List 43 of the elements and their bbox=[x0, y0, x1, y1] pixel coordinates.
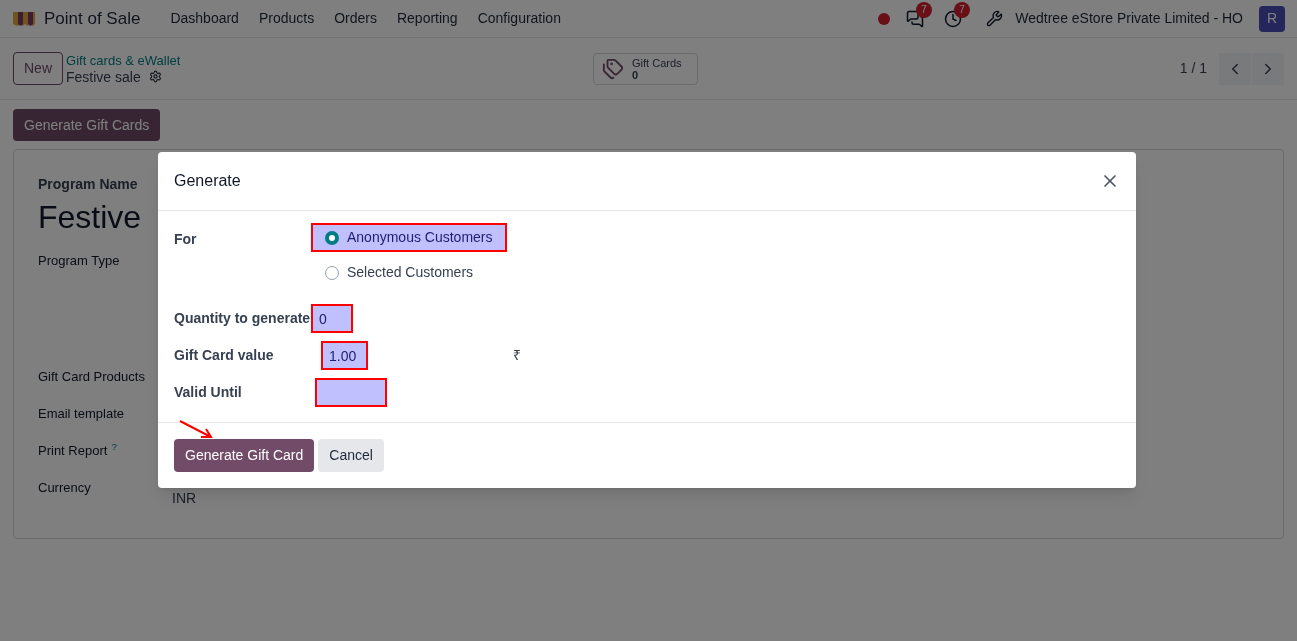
user-avatar[interactable]: R bbox=[1259, 5, 1285, 32]
help-tooltip[interactable]: ? bbox=[111, 441, 117, 453]
menu-item[interactable]: Reporting bbox=[386, 8, 468, 29]
notification-badge: 7 bbox=[916, 1, 932, 18]
notification-badge: 7 bbox=[954, 1, 970, 18]
radio-button[interactable] bbox=[325, 265, 339, 280]
input-field[interactable]: 1.00 bbox=[321, 341, 368, 370]
dialog-title: Generate bbox=[174, 171, 241, 191]
generate-gift-card-button[interactable]: Generate Gift Card bbox=[174, 439, 315, 472]
pager-value: 1 / 1 bbox=[1179, 59, 1207, 78]
radio-button[interactable] bbox=[325, 230, 339, 245]
input-field[interactable] bbox=[315, 378, 387, 407]
app-logo-icon bbox=[12, 9, 36, 28]
breadcrumb-link[interactable]: Gift cards & eWallet bbox=[66, 52, 593, 69]
tools-icon[interactable] bbox=[986, 10, 1004, 27]
menu-item[interactable]: Dashboard bbox=[160, 8, 249, 29]
menu-item[interactable]: Orders bbox=[324, 8, 387, 29]
field-label: Currency bbox=[38, 479, 92, 497]
company-name[interactable]: Wedtree eStore Private Limited - HO bbox=[1015, 8, 1243, 29]
generate-gift-cards-button[interactable]: Generate Gift Cards bbox=[13, 109, 161, 141]
field-label: Email template bbox=[38, 405, 125, 423]
field-label: Quantity to generate bbox=[174, 309, 311, 328]
cancel-button[interactable]: Cancel bbox=[318, 439, 384, 472]
menu-item[interactable]: Products bbox=[248, 8, 325, 29]
input-field[interactable]: 0 bbox=[311, 304, 353, 333]
settings-icon[interactable] bbox=[148, 70, 162, 83]
radio-option[interactable]: Selected Customers bbox=[311, 258, 507, 287]
record-name: Festive sale bbox=[66, 68, 141, 85]
program-name-value: Festive bbox=[38, 198, 142, 237]
field-label: Program Name bbox=[38, 175, 138, 194]
tags-icon bbox=[602, 57, 624, 80]
app-name[interactable]: Point of Sale bbox=[44, 5, 141, 32]
field-label: Gift Card Products bbox=[38, 368, 146, 386]
field-value: INR bbox=[172, 489, 197, 508]
currency-symbol: ₹ bbox=[513, 346, 521, 365]
field-label: Gift Card value bbox=[174, 346, 275, 365]
menu-item[interactable]: Configuration bbox=[467, 8, 571, 29]
gift-cards-smart-button[interactable]: Gift Cards 0 bbox=[593, 52, 698, 85]
radio-option[interactable]: Anonymous Customers bbox=[311, 223, 507, 252]
field-label: Valid Until bbox=[174, 383, 243, 402]
new-button[interactable]: New bbox=[13, 52, 63, 85]
field-label: For bbox=[174, 230, 198, 249]
field-label: Program Type bbox=[38, 252, 121, 270]
